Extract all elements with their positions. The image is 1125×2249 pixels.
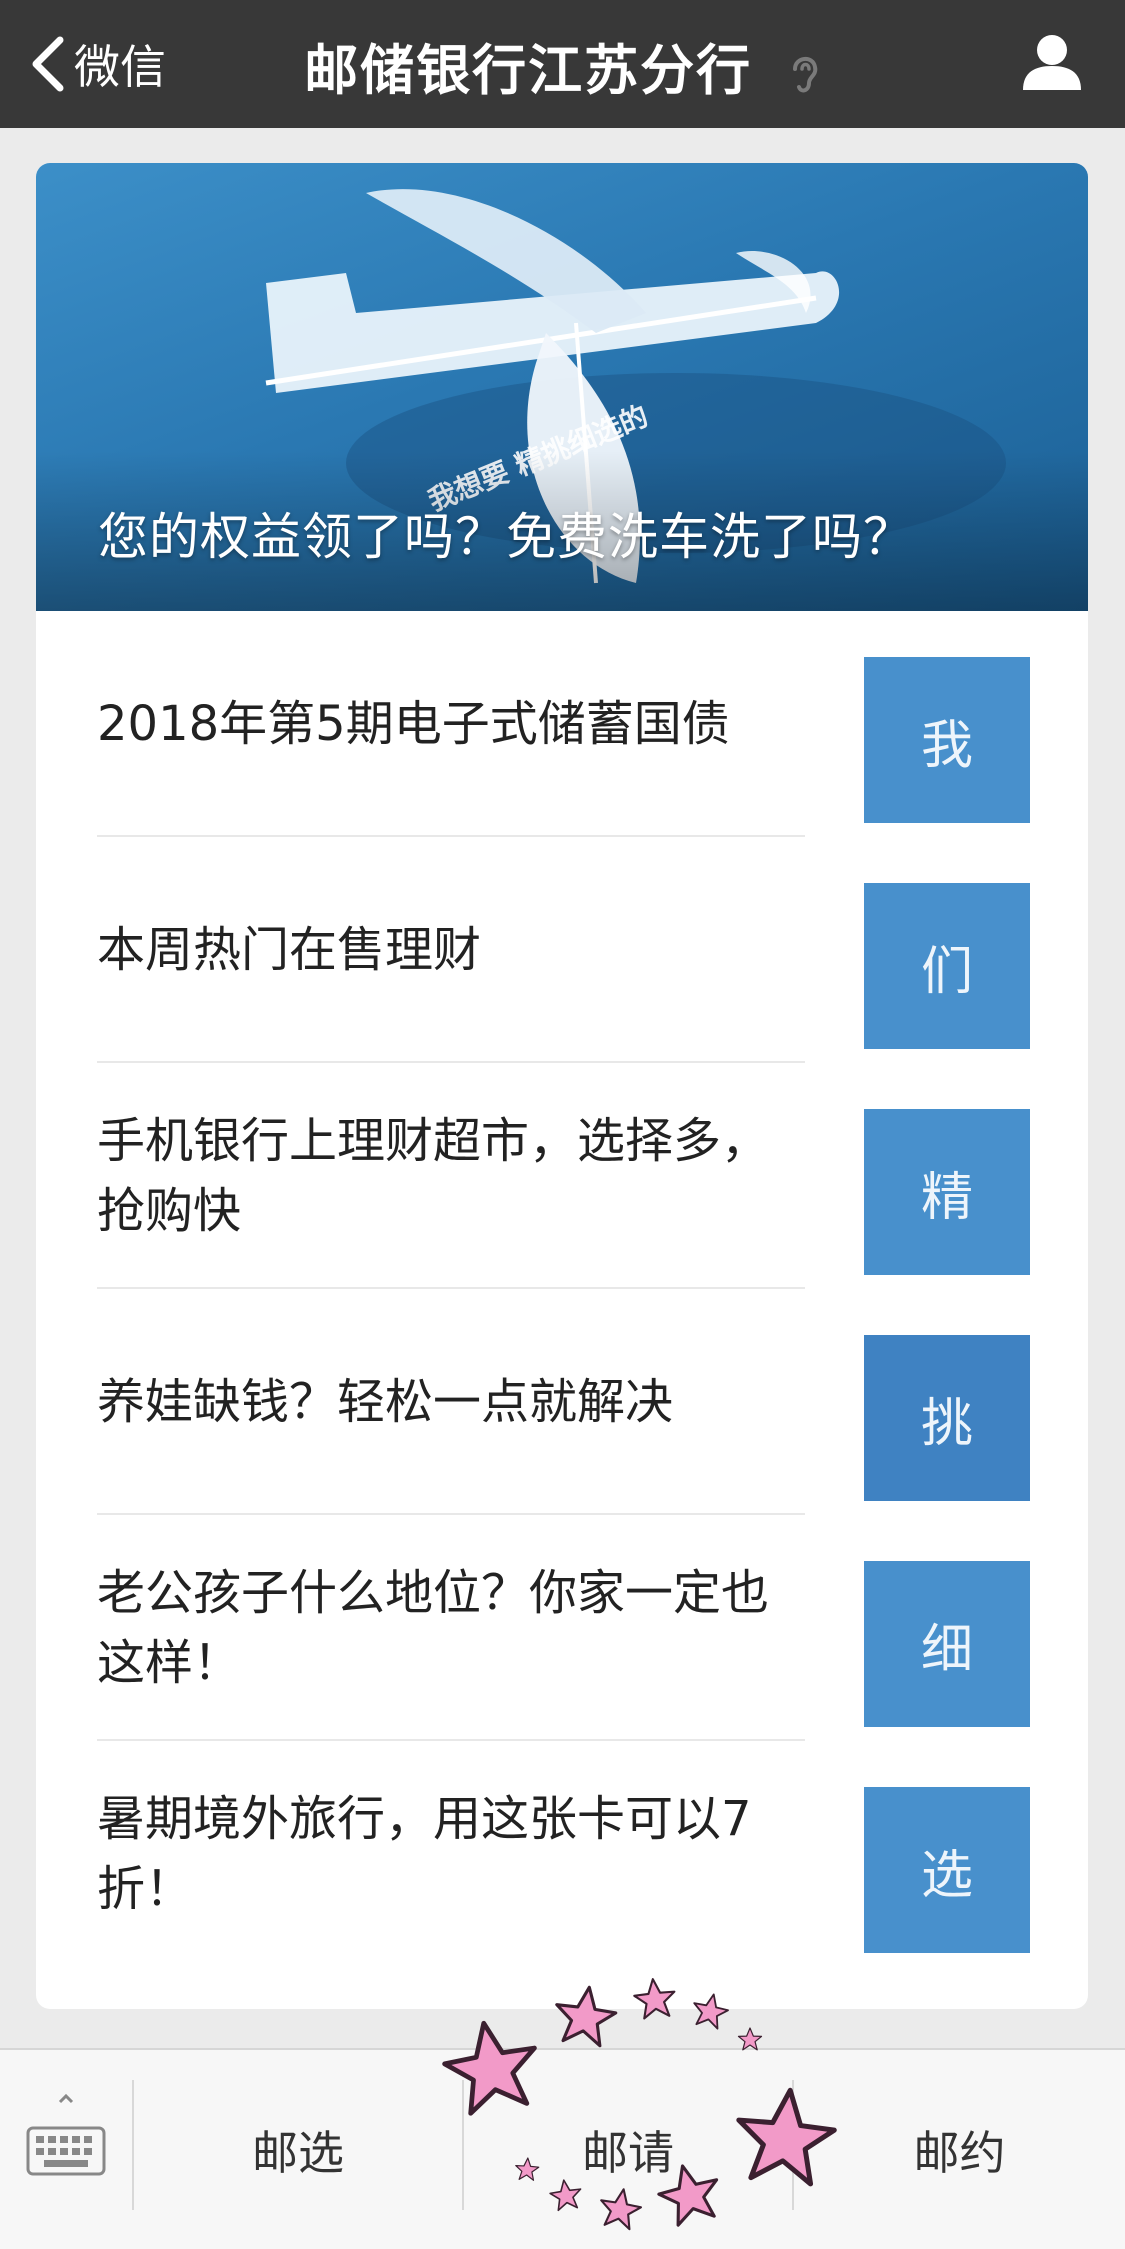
article-thumbnail: 我 [864,657,1030,823]
article-card: 我想要 精挑细选的 您的权益领了吗？免费洗车洗了吗？ 2018年第5期电子式储蓄… [36,163,1088,2009]
article-title: 本周热门在售理财 [97,922,482,978]
article-thumbnail: 们 [864,883,1030,1049]
list-item[interactable]: 暑期境外旅行，用这张卡可以7折！ 选 [36,1741,1088,1967]
bottom-menu-bar: 邮选 邮请 邮约 [0,2048,1125,2249]
hero-title: 您的权益领了吗？免费洗车洗了吗？ [98,508,914,566]
person-icon[interactable] [1019,30,1085,96]
article-thumbnail: 精 [864,1109,1030,1275]
article-title: 手机银行上理财超市，选择多，抢购快 [97,1113,770,1239]
list-item[interactable]: 养娃缺钱？轻松一点就解决 挑 [36,1289,1088,1515]
page-title-text: 邮储银行江苏分行 [304,39,753,102]
keyboard-icon[interactable] [26,2088,106,2198]
article-list: 2018年第5期电子式储蓄国债 我 本周热门在售理财 们 手机银行上理财超市，选… [36,611,1088,1967]
article-thumbnail: 细 [864,1561,1030,1727]
article-title: 老公孩子什么地位？你家一定也这样！ [97,1565,770,1691]
list-item[interactable]: 老公孩子什么地位？你家一定也这样！ 细 [36,1515,1088,1741]
list-item[interactable]: 2018年第5期电子式储蓄国债 我 [36,611,1088,837]
article-thumbnail: 选 [864,1787,1030,1953]
article-thumbnail: 挑 [864,1335,1030,1501]
hero-article[interactable]: 我想要 精挑细选的 您的权益领了吗？免费洗车洗了吗？ [36,163,1088,611]
article-title: 2018年第5期电子式储蓄国债 [97,696,730,752]
list-item[interactable]: 手机银行上理财超市，选择多，抢购快 精 [36,1063,1088,1289]
star-sticker [737,2027,763,2051]
menu-item-youyue[interactable]: 邮约 [794,2050,1125,2249]
ear-icon [792,57,818,93]
page-title: 邮储银行江苏分行 [0,26,1125,105]
top-navbar: 微信 邮储银行江苏分行 [0,0,1125,128]
menu-item-youxuan[interactable]: 邮选 [134,2050,462,2249]
article-title: 暑期境外旅行，用这张卡可以7折！ [97,1791,752,1917]
menu-item-youqing[interactable]: 邮请 [464,2050,792,2249]
article-title: 养娃缺钱？轻松一点就解决 [97,1374,674,1430]
list-item[interactable]: 本周热门在售理财 们 [36,837,1088,1063]
